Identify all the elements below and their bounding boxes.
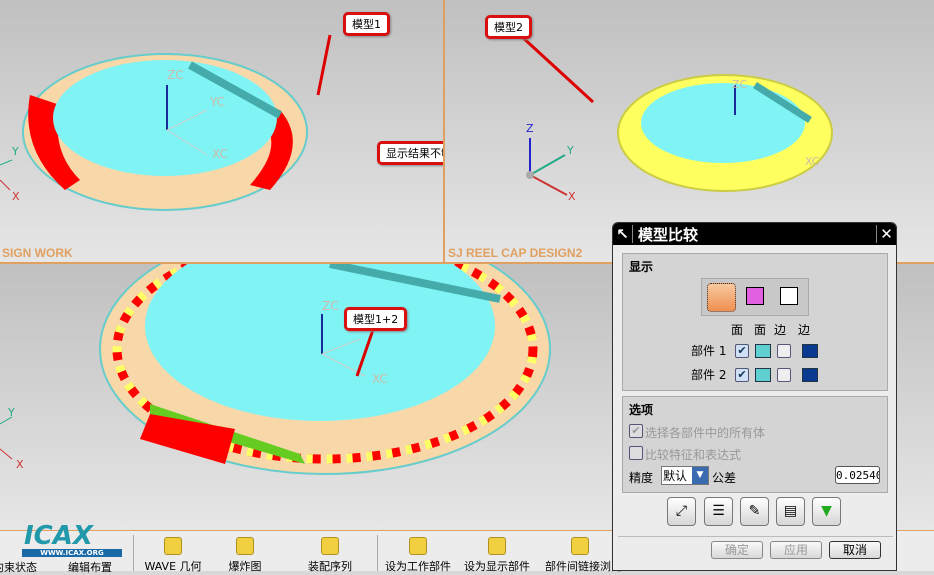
axis-y-label: Y xyxy=(8,406,15,419)
toolbar-constraint-status[interactable]: 约束状态 xyxy=(0,559,50,575)
select-all-bodies-option[interactable]: ✔ 选择各部件中的所有体 xyxy=(629,424,765,441)
toolbar-set-display-part[interactable]: 设为显示部件 xyxy=(462,537,532,574)
viewport-label: SIGN WORK xyxy=(2,246,73,260)
mode-both-button[interactable] xyxy=(707,283,736,312)
axis-yc-label: YC xyxy=(210,95,226,109)
axis-xc-label: XC xyxy=(805,155,820,168)
axis-y-label: Y xyxy=(12,145,19,158)
toolbar-set-work-part[interactable]: 设为工作部件 xyxy=(383,537,453,574)
viewport-label: SJ REEL CAP DESIGN2 xyxy=(448,246,583,260)
part-1-edge-color[interactable] xyxy=(802,343,818,358)
divider xyxy=(618,536,893,537)
axis-zc-label: ZC xyxy=(322,299,339,313)
model-1-render xyxy=(0,34,332,211)
display-group: 显示 面 面 边 边 部件 1 ✔ 部件 2 ✔ xyxy=(622,253,888,391)
axis-zc-label: ZC xyxy=(167,68,184,82)
part-1-face-color[interactable] xyxy=(755,343,771,358)
link-browser-icon xyxy=(571,537,589,555)
report-button[interactable]: ☰ xyxy=(704,497,733,526)
part-1-edge-checkbox[interactable] xyxy=(777,343,791,358)
pin-icon[interactable]: ↖ xyxy=(613,225,633,243)
axis-x-label: X xyxy=(12,190,20,203)
highlight-button[interactable]: ✎ xyxy=(740,497,769,526)
callout-model-combined: 模型1+2 xyxy=(344,307,408,331)
apply-button[interactable]: 应用 xyxy=(770,541,822,559)
fit-view-button[interactable]: ⤢ xyxy=(667,497,696,526)
chevron-down-icon: ▼ xyxy=(692,467,708,484)
part-1-show-checkbox[interactable]: ✔ xyxy=(735,343,749,358)
display-group-title: 显示 xyxy=(629,260,654,274)
ok-button[interactable]: 确定 xyxy=(711,541,763,559)
display-mode-selector xyxy=(701,278,809,316)
dialog-title-bar[interactable]: ↖ 模型比较 ✕ xyxy=(613,223,896,245)
precision-label: 精度 xyxy=(629,471,654,485)
exploded-view-icon xyxy=(236,537,254,555)
tolerance-label: 公差 xyxy=(712,471,737,485)
cancel-button[interactable]: 取消 xyxy=(829,541,881,559)
part-2-show-checkbox[interactable]: ✔ xyxy=(735,367,749,382)
mode-part2-button[interactable] xyxy=(780,287,798,305)
axis-zc-label: ZC xyxy=(732,78,748,91)
dialog-title: 模型比较 xyxy=(638,225,699,244)
wave-link-icon xyxy=(164,537,182,555)
close-icon[interactable]: ✕ xyxy=(876,225,896,243)
model-compare-dialog: ↖ 模型比较 ✕ 显示 面 面 边 边 部件 1 ✔ 部件 2 ✔ 选项 ✔ 选择… xyxy=(612,222,897,571)
separator xyxy=(377,535,378,571)
part-2-row: 部件 2 ✔ xyxy=(691,366,818,383)
toolbar-exploded-view[interactable]: 爆炸图 xyxy=(210,537,280,574)
compare-features-option[interactable]: 比较特征和表达式 xyxy=(629,446,741,463)
viewport-top-left[interactable]: ZC YC XC Y X 模型1 显示结果不够直观 SIGN WORK xyxy=(0,0,499,262)
info-window-button[interactable]: ▤ xyxy=(776,497,805,526)
icax-logo: ICAX WWW.ICAX.ORG xyxy=(2,521,124,559)
display-part-icon xyxy=(488,537,506,555)
part-2-edge-color[interactable] xyxy=(802,367,818,382)
mode-part1-button[interactable] xyxy=(746,287,764,305)
work-part-icon xyxy=(409,537,427,555)
axis-xc-label: XC xyxy=(372,372,388,386)
part-2-face-color[interactable] xyxy=(755,367,771,382)
axis-xc-label: XC xyxy=(212,147,228,161)
part-2-edge-checkbox[interactable] xyxy=(777,367,791,382)
toolbar-wave-geometry[interactable]: WAVE 几何 xyxy=(138,537,208,574)
expand-button[interactable]: ▼ xyxy=(812,497,841,526)
axis-z-label: Z xyxy=(526,122,534,135)
toolbar-edit-arrangement[interactable]: 编辑布置 xyxy=(55,559,125,575)
axis-x-label: X xyxy=(16,458,24,471)
part-1-row: 部件 1 ✔ xyxy=(691,342,818,359)
separator xyxy=(133,535,134,571)
axis-y-label: Y xyxy=(567,144,574,157)
toolbar-link-browser[interactable]: 部件间链接浏览 xyxy=(545,537,622,574)
precision-dropdown[interactable]: 默认 ▼ xyxy=(661,466,709,485)
options-group-title: 选项 xyxy=(629,403,654,417)
callout-model-1: 模型1 xyxy=(343,12,390,36)
toolbar-assembly-sequence[interactable]: 装配序列 xyxy=(295,537,365,574)
sequence-icon xyxy=(321,537,339,555)
tolerance-input[interactable] xyxy=(835,466,880,484)
options-group: 选项 ✔ 选择各部件中的所有体 比较特征和表达式 精度 默认 ▼ 公差 xyxy=(622,396,888,493)
axis-x-label: X xyxy=(568,190,576,203)
callout-model-2: 模型2 xyxy=(485,15,532,39)
